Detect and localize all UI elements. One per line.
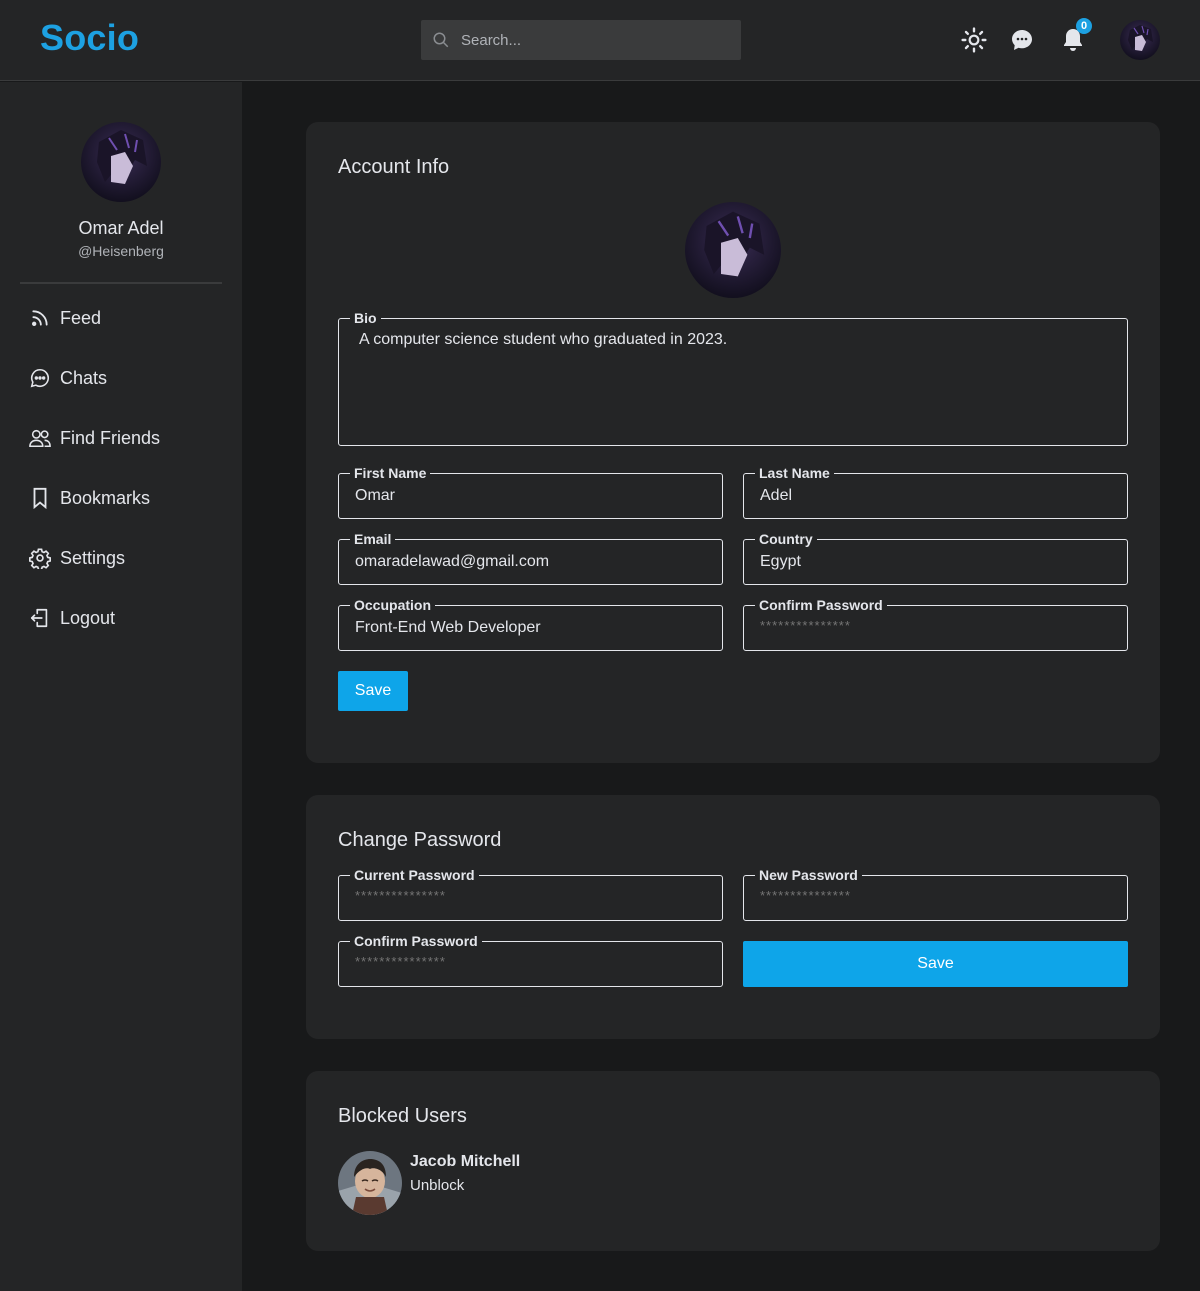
sidebar-item-label: Bookmarks	[60, 487, 151, 508]
change-password-card: Change Password Current Password New Pas…	[306, 795, 1160, 1039]
current-password-field[interactable]: Current Password	[338, 867, 723, 921]
save-password-button[interactable]: Save	[743, 941, 1128, 987]
last-name-input[interactable]	[760, 486, 1115, 506]
first-name-input[interactable]	[355, 486, 710, 506]
confirm-password-field[interactable]: Confirm Password	[743, 597, 1128, 651]
last-name-field[interactable]: Last Name	[743, 465, 1128, 519]
new-password-label: New Password	[755, 867, 862, 883]
change-password-title: Change Password	[338, 829, 502, 851]
first-name-label: First Name	[350, 465, 431, 481]
message-icon[interactable]	[1008, 26, 1036, 54]
first-name-field[interactable]: First Name	[338, 465, 723, 519]
confirm-password-input[interactable]	[760, 615, 1115, 635]
sidebar-item-label: Feed	[60, 307, 102, 328]
sidebar-item-label: Chats	[60, 367, 108, 388]
search-icon	[433, 32, 449, 48]
country-label: Country	[755, 531, 817, 547]
blocked-user-avatar	[338, 1151, 402, 1215]
profile-handle: @Heisenberg	[78, 243, 164, 259]
save-account-button[interactable]: Save	[338, 671, 408, 711]
country-input[interactable]	[760, 552, 1115, 572]
blocked-users-card: Blocked Users Jacob Mitchell Unblock	[306, 1071, 1160, 1251]
chat-icon	[20, 367, 60, 389]
bookmark-icon	[20, 487, 60, 509]
profile-avatar[interactable]	[81, 122, 161, 202]
rss-icon	[20, 308, 60, 328]
sidebar-item-chats[interactable]: Chats	[20, 356, 222, 400]
account-info-title: Account Info	[338, 156, 450, 178]
sidebar-item-settings[interactable]: Settings	[20, 536, 222, 580]
sidebar-divider	[20, 282, 222, 284]
account-avatar[interactable]	[685, 202, 781, 298]
bio-label: Bio	[350, 310, 381, 326]
country-field[interactable]: Country	[743, 531, 1128, 585]
occupation-input[interactable]	[355, 618, 710, 638]
account-info-card: Account Info Bio A computer science stud…	[306, 122, 1160, 763]
last-name-label: Last Name	[755, 465, 834, 481]
confirm-new-password-field[interactable]: Confirm Password	[338, 933, 723, 987]
sun-icon[interactable]	[960, 26, 988, 54]
current-password-label: Current Password	[350, 867, 479, 883]
occupation-label: Occupation	[350, 597, 436, 613]
bio-field[interactable]: Bio A computer science student who gradu…	[338, 310, 1128, 446]
confirm-new-password-input[interactable]	[355, 951, 710, 971]
confirm-password-label: Confirm Password	[755, 597, 887, 613]
current-password-input[interactable]	[355, 885, 710, 905]
sidebar-item-logout[interactable]: Logout	[20, 596, 222, 640]
sidebar: Omar Adel @Heisenberg Feed Chats Find Fr…	[0, 82, 242, 1291]
bio-textarea[interactable]: A computer science student who graduated…	[359, 331, 1115, 431]
gear-icon	[20, 547, 60, 569]
sidebar-item-feed[interactable]: Feed	[20, 296, 222, 340]
unblock-button[interactable]: Unblock	[410, 1177, 464, 1194]
users-icon	[20, 427, 60, 449]
profile-name: Omar Adel	[78, 218, 164, 238]
occupation-field[interactable]: Occupation	[338, 597, 723, 651]
search-bar[interactable]	[421, 20, 741, 60]
sidebar-item-bookmarks[interactable]: Bookmarks	[20, 476, 222, 520]
new-password-field[interactable]: New Password	[743, 867, 1128, 921]
top-header: Socio 0	[0, 0, 1200, 81]
sidebar-item-label: Settings	[60, 547, 126, 568]
sidebar-item-find-friends[interactable]: Find Friends	[20, 416, 222, 460]
confirm-new-password-label: Confirm Password	[350, 933, 482, 949]
email-label: Email	[350, 531, 396, 547]
sidebar-item-label: Logout	[60, 607, 116, 628]
new-password-input[interactable]	[760, 885, 1115, 905]
sidebar-item-label: Find Friends	[60, 427, 161, 448]
logout-icon	[20, 607, 60, 629]
app-logo[interactable]: Socio	[40, 17, 139, 59]
search-input[interactable]	[461, 20, 731, 60]
blocked-user-name: Jacob Mitchell	[410, 1153, 521, 1170]
blocked-users-title: Blocked Users	[338, 1105, 467, 1127]
email-field[interactable]: Email	[338, 531, 723, 585]
email-input[interactable]	[355, 552, 710, 572]
header-avatar[interactable]	[1120, 20, 1160, 60]
notification-badge: 0	[1076, 18, 1092, 34]
